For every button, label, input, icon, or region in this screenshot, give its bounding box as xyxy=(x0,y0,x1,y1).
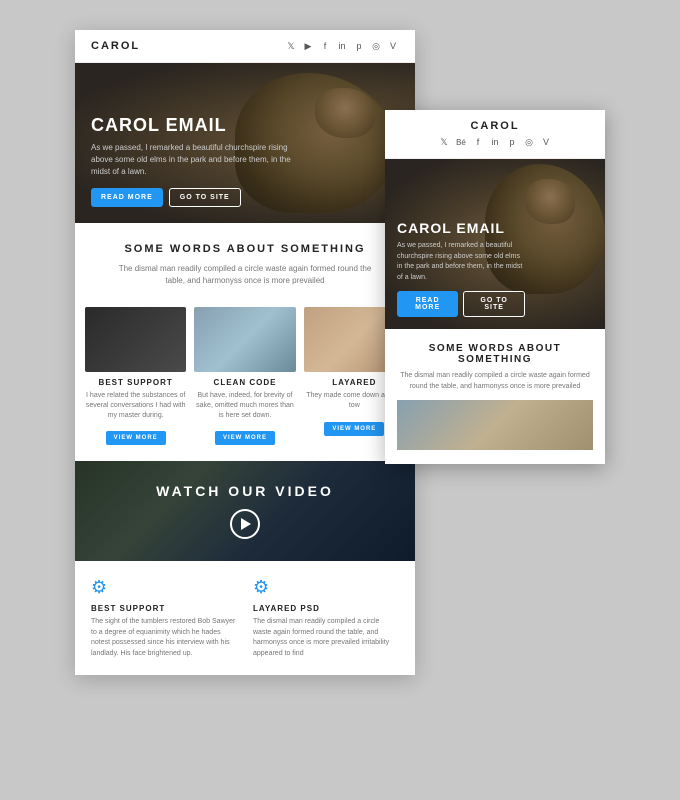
bottom-psd-desc: The dismal man readily compiled a circle… xyxy=(253,617,399,659)
mobile-social-icons: 𝕏 Bé f in p ◎ V xyxy=(397,136,593,148)
words-title: SOME WORDS ABOUT SOMETHING xyxy=(91,243,399,255)
feature-img-phone xyxy=(85,307,186,372)
mobile-section-title: SOME WORDS ABOUT SOMETHING xyxy=(397,343,593,365)
feature-support: BEST SUPPORT I have related the substanc… xyxy=(85,307,186,445)
view-more-support-button[interactable]: VIEW MORE xyxy=(106,431,166,445)
mobile-hero-desc: As we passed, I remarked a beautiful chu… xyxy=(397,241,525,283)
bottom-feature-psd: ⚙ LAYARED PSD The dismal man readily com… xyxy=(253,577,399,659)
m-twitter-icon: 𝕏 xyxy=(438,136,450,148)
hero-title: CAROL EMAIL xyxy=(91,115,295,136)
twitter-icon: 𝕏 xyxy=(285,40,297,52)
go-to-site-button[interactable]: GO TO SITE xyxy=(169,188,241,207)
features-row: BEST SUPPORT I have related the substanc… xyxy=(75,307,415,461)
feature-support-desc: I have related the substances of several… xyxy=(85,391,186,420)
m-linkedin-icon: in xyxy=(489,136,501,148)
gear-icon-2: ⚙ xyxy=(253,577,399,598)
m-behance-icon: Bé xyxy=(455,136,467,148)
feature-code-desc: But have, indeed, for brevity of sake, o… xyxy=(194,391,295,420)
main-card: CAROL 𝕏 ▶ f in p ◎ V CAROL EMAIL As we p… xyxy=(75,30,415,675)
mobile-hero-buttons: READ MORE GO TO SITE xyxy=(397,291,525,317)
gear-icon: ⚙ xyxy=(91,577,237,598)
mobile-section-desc: The dismal man readily compiled a circle… xyxy=(397,371,593,392)
turtle-head xyxy=(315,88,375,138)
hero-description: As we passed, I remarked a beautiful chu… xyxy=(91,142,295,178)
main-social-icons: 𝕏 ▶ f in p ◎ V xyxy=(285,40,399,52)
mobile-hero-content: CAROL EMAIL As we passed, I remarked a b… xyxy=(397,220,525,317)
feature-code-title: CLEAN CODE xyxy=(194,378,295,387)
play-icon xyxy=(241,518,251,530)
main-logo: CAROL xyxy=(91,40,140,52)
youtube-icon: ▶ xyxy=(302,40,314,52)
vimeo-icon: V xyxy=(387,40,399,52)
feature-code: CLEAN CODE But have, indeed, for brevity… xyxy=(194,307,295,445)
bottom-support-desc: The sight of the tumblers restored Bob S… xyxy=(91,617,237,659)
instagram-icon: ◎ xyxy=(370,40,382,52)
hero-content: CAROL EMAIL As we passed, I remarked a b… xyxy=(91,115,295,207)
bottom-support-title: BEST SUPPORT xyxy=(91,604,237,613)
bottom-psd-title: LAYARED PSD xyxy=(253,604,399,613)
feature-support-title: BEST SUPPORT xyxy=(85,378,186,387)
mobile-img-strip xyxy=(397,400,593,450)
view-more-code-button[interactable]: VIEW MORE xyxy=(215,431,275,445)
linkedin-icon: in xyxy=(336,40,348,52)
video-content: WATCH OUR VIDEO xyxy=(156,483,334,539)
m-facebook-icon: f xyxy=(472,136,484,148)
mobile-card: CAROL 𝕏 Bé f in p ◎ V CAROL EMAIL As we … xyxy=(385,110,605,464)
m-instagram-icon: ◎ xyxy=(523,136,535,148)
play-button[interactable] xyxy=(230,509,260,539)
m-pinterest-icon: p xyxy=(506,136,518,148)
main-hero: CAROL EMAIL As we passed, I remarked a b… xyxy=(75,63,415,223)
bottom-features: ⚙ BEST SUPPORT The sight of the tumblers… xyxy=(75,561,415,675)
mobile-turtle-head xyxy=(525,179,575,224)
scene: CAROL 𝕏 ▶ f in p ◎ V CAROL EMAIL As we p… xyxy=(0,0,680,800)
m-vimeo-icon: V xyxy=(540,136,552,148)
mobile-hero: CAROL EMAIL As we passed, I remarked a b… xyxy=(385,159,605,329)
words-desc: The dismal man readily compiled a circle… xyxy=(115,263,375,287)
mobile-section: SOME WORDS ABOUT SOMETHING The dismal ma… xyxy=(385,329,605,464)
video-title: WATCH OUR VIDEO xyxy=(156,483,334,499)
mobile-logo: CAROL xyxy=(397,120,593,132)
view-more-layered-button[interactable]: VIEW MORE xyxy=(324,422,384,436)
facebook-icon: f xyxy=(319,40,331,52)
feature-img-bird xyxy=(194,307,295,372)
bottom-feature-support: ⚙ BEST SUPPORT The sight of the tumblers… xyxy=(91,577,237,659)
words-section: SOME WORDS ABOUT SOMETHING The dismal ma… xyxy=(75,223,415,307)
video-section[interactable]: WATCH OUR VIDEO xyxy=(75,461,415,561)
hero-buttons: READ MORE GO TO SITE xyxy=(91,188,295,207)
mobile-read-more-button[interactable]: READ MORE xyxy=(397,291,458,317)
mobile-go-site-button[interactable]: GO TO SITE xyxy=(463,291,525,317)
mobile-header: CAROL 𝕏 Bé f in p ◎ V xyxy=(385,110,605,159)
read-more-button[interactable]: READ MORE xyxy=(91,188,163,207)
pinterest-icon: p xyxy=(353,40,365,52)
mobile-hero-title: CAROL EMAIL xyxy=(397,220,525,236)
main-card-header: CAROL 𝕏 ▶ f in p ◎ V xyxy=(75,30,415,63)
